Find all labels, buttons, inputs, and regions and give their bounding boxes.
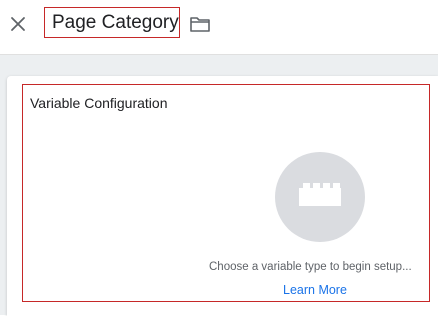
- folder-button[interactable]: [189, 14, 211, 34]
- top-bar: Page Category: [0, 0, 438, 55]
- lego-block-icon: [299, 183, 341, 206]
- learn-more-link[interactable]: Learn More: [283, 283, 347, 297]
- empty-state-text: Choose a variable type to begin setup...: [209, 261, 412, 273]
- variable-name-field[interactable]: Page Category: [44, 7, 180, 38]
- variable-type-placeholder[interactable]: [275, 152, 365, 242]
- folder-icon[interactable]: [189, 14, 211, 34]
- page-title: Page Category: [52, 11, 179, 33]
- variable-configuration-section[interactable]: Variable Configuration Choose a variable…: [22, 84, 430, 302]
- section-title: Variable Configuration: [30, 95, 168, 111]
- close-button[interactable]: [8, 14, 28, 34]
- close-icon[interactable]: [10, 16, 26, 32]
